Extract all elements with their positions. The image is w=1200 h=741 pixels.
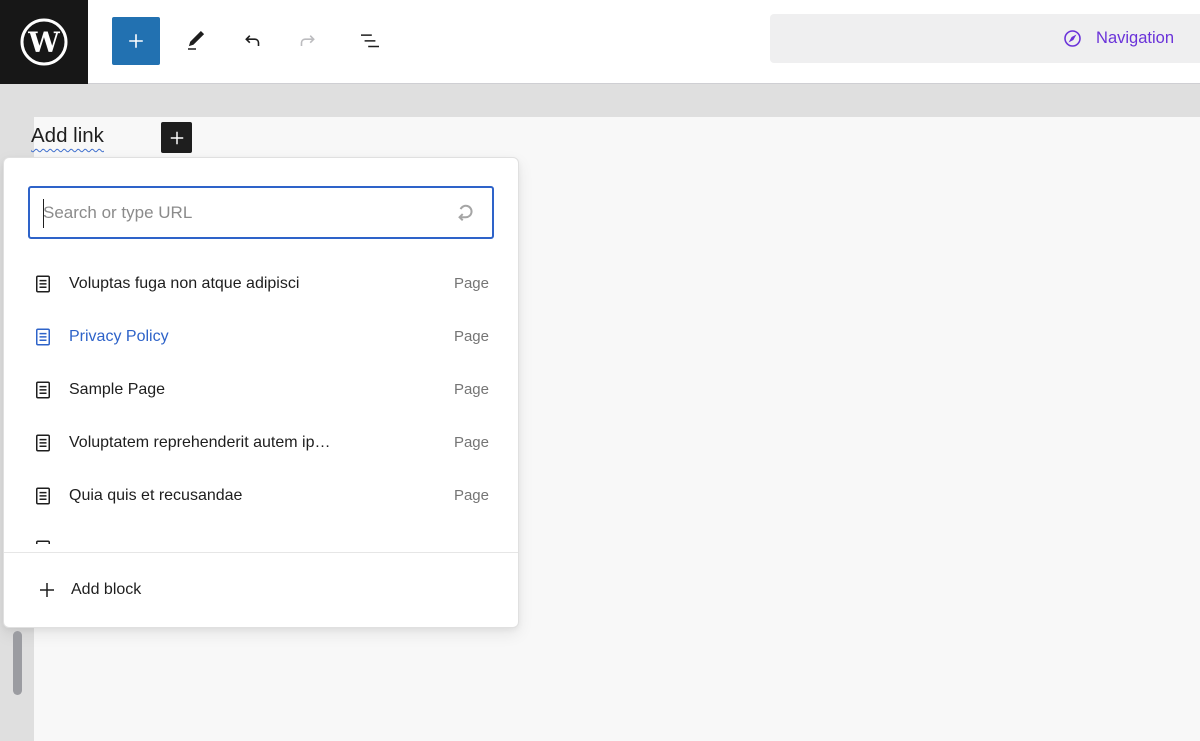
link-search-popover: Voluptas fuga non atque adipisci Page Pr… (3, 157, 519, 628)
wordpress-logo-icon: W (20, 18, 68, 66)
page-icon (36, 434, 50, 451)
suggestion-type: Page (453, 487, 489, 504)
redo-arrow-icon (300, 35, 315, 46)
link-suggestion-item[interactable]: Voluptatem reprehenderit autem ip… Page (4, 416, 518, 469)
suggestion-type: Page (453, 328, 489, 345)
link-suggestion-item[interactable]: Voluptas fuga non atque adipisci Page (4, 257, 518, 310)
suggestion-title: Privacy Policy (69, 327, 169, 345)
undo-button[interactable] (228, 17, 276, 65)
plus-icon (170, 131, 183, 144)
enter-return-icon (458, 204, 473, 221)
page-icon (36, 381, 50, 398)
link-suggestion-item[interactable]: Sample Page Page (4, 363, 518, 416)
add-block-label: Add block (71, 581, 142, 598)
wordpress-logo[interactable]: W (0, 0, 88, 84)
plus-icon (129, 34, 143, 48)
nav-appender-button[interactable] (161, 122, 192, 153)
suggestion-type: Page (453, 381, 489, 398)
editor-header: W Navigation (0, 0, 1200, 84)
list-view-button[interactable] (346, 17, 394, 65)
link-suggestion-item[interactable]: Quia quis et recusandae Page (4, 469, 518, 522)
wordpress-block-editor: W Navigation Add link Search or type URL… (0, 0, 1200, 741)
page-icon (36, 275, 50, 292)
suggestion-title: Sample Page (69, 380, 166, 398)
list-view-icon (361, 34, 379, 48)
text-caret (43, 199, 44, 228)
document-title: Navigation (1096, 29, 1174, 47)
suggestion-title: Voluptas fuga non atque adipisci (69, 274, 300, 292)
url-search-input[interactable] (30, 188, 450, 237)
link-suggestion-item-clipped[interactable] (4, 522, 518, 544)
page-icon (36, 328, 50, 345)
document-bar[interactable]: Navigation (770, 14, 1200, 63)
pencil-icon (188, 31, 205, 50)
link-suggestions-list: Voluptas fuga non atque adipisci Page Pr… (4, 257, 518, 544)
suggestion-title: Quia quis et recusandae (69, 486, 243, 504)
nav-link-placeholder[interactable]: Add link (31, 124, 104, 148)
svg-text:W: W (27, 26, 60, 59)
url-search-box (28, 186, 494, 239)
suggestion-title: Voluptatem reprehenderit autem ip… (69, 433, 331, 451)
undo-arrow-icon (245, 35, 260, 46)
block-inserter-button[interactable] (112, 17, 160, 65)
suggestion-type: Page (453, 434, 489, 451)
add-block-button[interactable]: Add block (4, 553, 518, 627)
plus-icon (40, 583, 54, 597)
vertical-scrollbar-thumb[interactable] (13, 631, 22, 695)
navigation-compass-icon (1064, 30, 1081, 47)
link-suggestion-item-active[interactable]: Privacy Policy Page (4, 310, 518, 363)
redo-button[interactable] (284, 17, 332, 65)
suggestion-type: Page (453, 275, 489, 292)
tools-button[interactable] (172, 17, 220, 65)
page-icon (36, 540, 50, 544)
page-icon (36, 487, 50, 504)
